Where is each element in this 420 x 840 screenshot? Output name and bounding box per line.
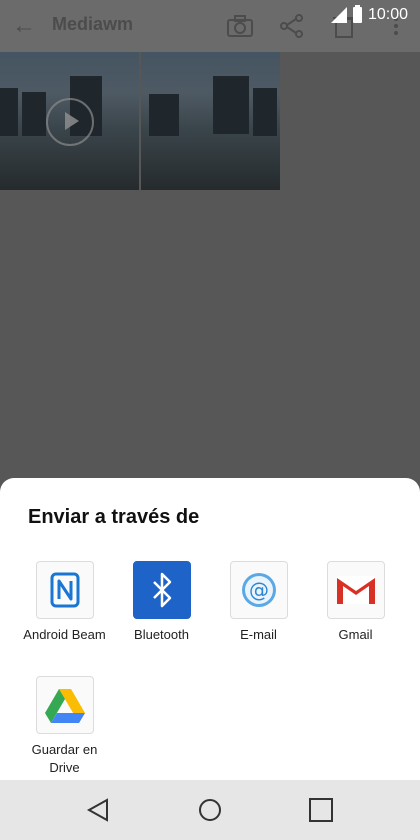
share-option-gmail[interactable]: Gmail bbox=[307, 561, 404, 644]
share-sheet-title: Enviar a través de bbox=[28, 506, 200, 528]
share-option-label: E-mail bbox=[240, 627, 277, 642]
back-icon[interactable] bbox=[82, 794, 114, 826]
share-option-email[interactable]: @ E-mail bbox=[210, 561, 307, 644]
drive-icon bbox=[35, 676, 94, 734]
share-option-drive[interactable]: Guardar en Drive bbox=[16, 676, 113, 777]
share-option-bluetooth[interactable]: Bluetooth bbox=[113, 561, 210, 644]
share-option-android-beam[interactable]: Android Beam bbox=[16, 561, 113, 644]
share-sheet: Enviar a través de Android Beam Bluetoot… bbox=[0, 478, 420, 780]
status-bar: 10:00 bbox=[0, 0, 420, 30]
bluetooth-icon bbox=[132, 561, 191, 619]
battery-icon bbox=[352, 5, 362, 23]
navigation-bar bbox=[0, 780, 420, 840]
recent-apps-icon[interactable] bbox=[305, 794, 337, 826]
email-icon: @ bbox=[229, 561, 288, 619]
gmail-icon bbox=[326, 561, 385, 619]
share-option-label: Android Beam bbox=[23, 627, 106, 642]
nfc-icon bbox=[35, 561, 94, 619]
clock: 10:00 bbox=[367, 6, 408, 23]
share-option-label: Guardar en Drive bbox=[31, 742, 98, 775]
home-icon[interactable] bbox=[194, 794, 226, 826]
share-option-label: Bluetooth bbox=[134, 627, 189, 642]
signal-icon bbox=[330, 7, 347, 23]
svg-text:@: @ bbox=[249, 578, 269, 602]
share-option-label: Gmail bbox=[338, 627, 373, 642]
